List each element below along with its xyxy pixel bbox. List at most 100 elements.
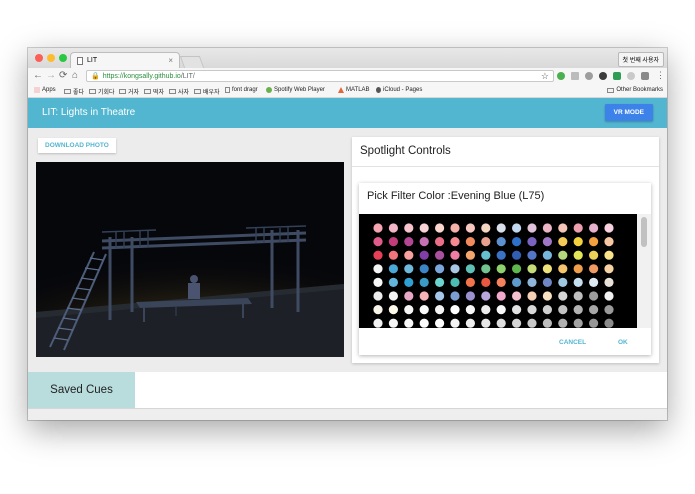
extension-check-icon[interactable] (613, 72, 621, 80)
color-swatch[interactable] (573, 223, 583, 233)
color-swatch[interactable] (373, 277, 383, 287)
other-bookmarks[interactable]: Other Bookmarks (607, 87, 663, 93)
forward-icon[interactable]: → (46, 70, 56, 81)
saved-cues-tab[interactable]: Saved Cues (28, 372, 135, 408)
bookmark-folder-3[interactable]: 거자 (119, 87, 139, 96)
color-swatch[interactable] (373, 237, 383, 247)
scrollbar-thumb[interactable] (641, 217, 647, 247)
color-swatch[interactable] (496, 237, 506, 247)
color-swatch[interactable] (388, 318, 398, 328)
color-swatch[interactable] (527, 250, 537, 260)
bookmark-folder-6[interactable]: 배우자 (194, 87, 220, 96)
color-swatch[interactable] (604, 250, 614, 260)
color-swatch[interactable] (481, 237, 491, 247)
color-swatch[interactable] (589, 277, 599, 287)
color-swatch[interactable] (465, 318, 475, 328)
color-swatch[interactable] (496, 291, 506, 301)
color-swatch[interactable] (450, 237, 460, 247)
color-swatch[interactable] (496, 318, 506, 328)
back-icon[interactable]: ← (33, 70, 43, 81)
color-swatch[interactable] (465, 277, 475, 287)
vr-mode-button[interactable]: VR MODE (604, 104, 653, 121)
color-swatch[interactable] (573, 250, 583, 260)
extension-box-icon[interactable] (641, 72, 649, 80)
bookmark-folder-5[interactable]: 사자 (169, 87, 189, 96)
bookmark-star-icon[interactable]: ☆ (541, 71, 549, 82)
color-swatch[interactable] (558, 223, 568, 233)
color-swatch[interactable] (604, 223, 614, 233)
color-swatch[interactable] (542, 250, 552, 260)
color-swatch[interactable] (465, 305, 475, 315)
color-swatch[interactable] (558, 305, 568, 315)
color-swatch[interactable] (419, 291, 429, 301)
color-swatch[interactable] (481, 305, 491, 315)
color-swatch[interactable] (604, 237, 614, 247)
color-swatch[interactable] (527, 305, 537, 315)
color-swatch[interactable] (404, 250, 414, 260)
color-swatch[interactable] (481, 223, 491, 233)
bookmark-matlab[interactable]: MATLAB (338, 87, 370, 93)
color-swatch[interactable] (542, 305, 552, 315)
color-swatch[interactable] (558, 250, 568, 260)
color-swatch[interactable] (388, 264, 398, 274)
color-swatch[interactable] (450, 291, 460, 301)
extension-cloud-icon[interactable] (627, 72, 635, 80)
color-swatch[interactable] (450, 277, 460, 287)
color-swatch[interactable] (450, 250, 460, 260)
color-swatch[interactable] (589, 318, 599, 328)
color-swatch[interactable] (465, 291, 475, 301)
color-swatch[interactable] (527, 318, 537, 328)
color-swatch[interactable] (527, 264, 537, 274)
color-swatch[interactable] (589, 264, 599, 274)
bookmark-folder-2[interactable]: 기회다 (89, 87, 115, 96)
color-swatch[interactable] (373, 291, 383, 301)
browser-tab[interactable]: LIT × (70, 52, 180, 68)
color-swatch[interactable] (435, 264, 445, 274)
color-swatch[interactable] (435, 223, 445, 233)
color-swatch[interactable] (558, 237, 568, 247)
new-tab-button[interactable] (179, 56, 205, 68)
color-swatch[interactable] (512, 277, 522, 287)
color-swatch[interactable] (435, 305, 445, 315)
color-swatch[interactable] (481, 264, 491, 274)
bookmark-folder-1[interactable]: 좋다 (64, 87, 84, 96)
color-swatch[interactable] (373, 305, 383, 315)
color-swatch[interactable] (496, 223, 506, 233)
color-swatch[interactable] (481, 291, 491, 301)
bookmark-font-dragr[interactable]: font dragr (225, 87, 258, 93)
color-swatch[interactable] (527, 237, 537, 247)
color-swatch[interactable] (465, 223, 475, 233)
color-swatch[interactable] (465, 250, 475, 260)
color-swatch[interactable] (589, 223, 599, 233)
color-swatch[interactable] (373, 264, 383, 274)
color-swatch[interactable] (542, 223, 552, 233)
color-swatch[interactable] (573, 264, 583, 274)
bookmark-icloud[interactable]: iCloud - Pages (376, 87, 422, 93)
bookmark-spotify[interactable]: Spotify Web Player (266, 87, 325, 93)
bookmark-apps[interactable]: Apps (34, 87, 56, 93)
color-swatch[interactable] (604, 264, 614, 274)
color-swatch[interactable] (604, 305, 614, 315)
color-swatch[interactable] (496, 264, 506, 274)
color-swatch[interactable] (589, 250, 599, 260)
color-swatch[interactable] (604, 318, 614, 328)
color-swatch[interactable] (388, 250, 398, 260)
extension-mail-icon[interactable] (585, 72, 593, 80)
ok-button[interactable]: OK (618, 339, 628, 346)
color-swatch[interactable] (419, 318, 429, 328)
color-swatch[interactable] (404, 291, 414, 301)
color-swatch[interactable] (527, 277, 537, 287)
color-swatch[interactable] (542, 291, 552, 301)
color-swatch[interactable] (604, 291, 614, 301)
close-window-icon[interactable] (35, 54, 43, 62)
theatre-stage-viewport[interactable] (36, 162, 344, 357)
address-bar[interactable]: 🔒 https://kongsally.github.io /LIT/ ☆ (86, 70, 554, 82)
color-swatch[interactable] (435, 318, 445, 328)
color-swatch[interactable] (435, 237, 445, 247)
color-swatch[interactable] (573, 291, 583, 301)
color-swatch[interactable] (404, 264, 414, 274)
color-swatch[interactable] (435, 277, 445, 287)
color-swatch[interactable] (450, 305, 460, 315)
color-swatch[interactable] (512, 237, 522, 247)
color-swatch[interactable] (573, 318, 583, 328)
